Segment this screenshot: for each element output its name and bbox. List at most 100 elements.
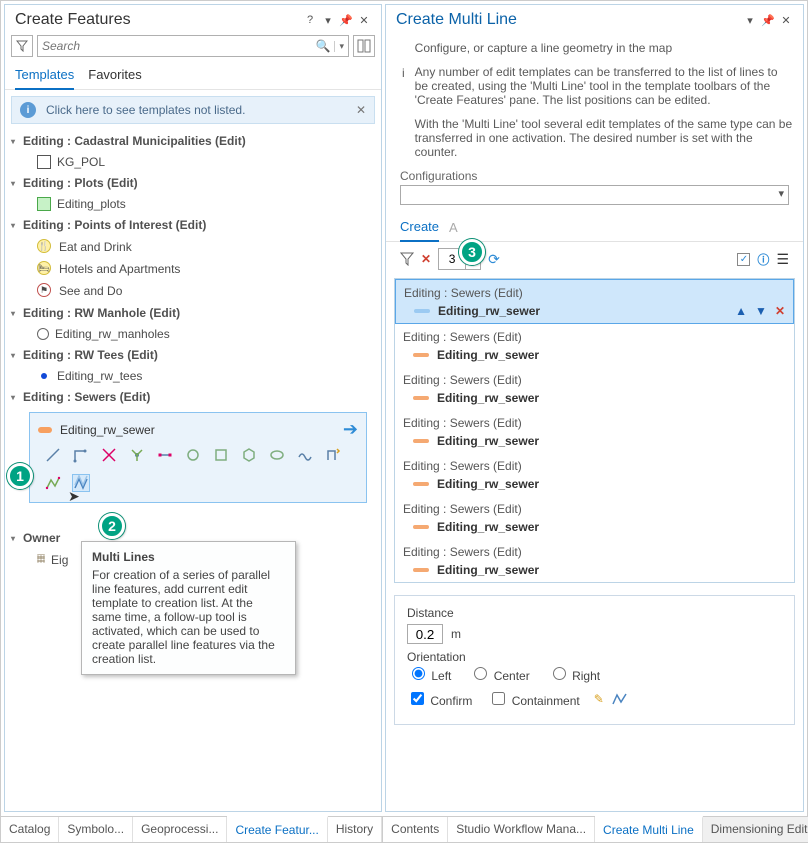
tab-templates[interactable]: Templates (15, 63, 74, 90)
template-tree: ▾Editing : Cadastral Municipalities (Edi… (5, 130, 381, 811)
group-header[interactable]: ▾Editing : Sewers (Edit) (9, 386, 377, 408)
orientation-right[interactable]: Right (548, 664, 600, 683)
stream-tool-icon[interactable] (44, 474, 62, 492)
callout-2: 2 (99, 513, 125, 539)
split-tool-icon[interactable] (100, 446, 118, 464)
ellipse-tool-icon[interactable] (268, 446, 286, 464)
create-multi-line-panel: Create Multi Line ▾ 📌 ✕ i Configure, or … (385, 4, 804, 812)
move-down-icon[interactable]: ▼ (755, 304, 767, 318)
search-dropdown-icon[interactable]: ▾ (334, 41, 348, 52)
edit-geometry-icon[interactable]: ✎ (594, 692, 604, 706)
callout-3: 3 (459, 239, 485, 265)
refresh-icon[interactable]: ⟳ (488, 251, 500, 268)
search-input[interactable] (38, 36, 312, 56)
confirm-checkbox[interactable]: Confirm (407, 689, 472, 708)
polygon-swatch-icon (37, 197, 51, 211)
template-item[interactable]: ⚑See and Do (9, 280, 377, 302)
rectangle-tool-icon[interactable] (212, 446, 230, 464)
line-swatch-icon (413, 525, 429, 529)
group-header[interactable]: ▾Editing : RW Manhole (Edit) (9, 302, 377, 324)
dropdown-icon[interactable]: ▾ (319, 11, 337, 29)
filter-icon[interactable] (400, 252, 414, 266)
edit-list-item[interactable]: Editing : Sewers (Edit) Editing_rw_sewer (395, 367, 794, 410)
callout-1: 1 (7, 463, 33, 489)
poi-icon: ⚑ (37, 283, 53, 299)
info-toggle-icon[interactable]: ⓘ (757, 251, 769, 268)
bottom-tab[interactable]: History (328, 817, 382, 842)
template-item[interactable]: 🛏Hotels and Apartments (9, 258, 377, 280)
group-header[interactable]: ▾Editing : Points of Interest (Edit) (9, 214, 377, 236)
edit-list-item[interactable]: Editing : Sewers (Edit) Editing_rw_sewer (395, 539, 794, 582)
arrow-right-icon[interactable]: ➔ (343, 419, 358, 440)
notice-bar[interactable]: i Click here to see templates not listed… (11, 96, 375, 124)
line-swatch-icon (413, 482, 429, 486)
hexagon-tool-icon[interactable] (240, 446, 258, 464)
group-header[interactable]: ▾Editing : RW Tees (Edit) (9, 344, 377, 366)
bottom-tab[interactable]: Contents (383, 817, 448, 842)
panel-title: Create Features (15, 11, 131, 29)
edit-list-item[interactable]: Editing : Sewers (Edit) Editing_rw_sewer (395, 453, 794, 496)
group-header[interactable]: ▾Editing : Cadastral Municipalities (Edi… (9, 130, 377, 152)
close-icon[interactable]: ✕ (777, 11, 795, 29)
move-up-icon[interactable]: ▲ (735, 304, 747, 318)
search-box[interactable]: 🔍 ▾ (37, 35, 349, 57)
template-item[interactable]: KG_POL (9, 152, 377, 172)
create-features-panel: Create Features ? ▾ 📌 ✕ 🔍 ▾ Templates Fa… (4, 4, 382, 812)
radial-tool-icon[interactable] (128, 446, 146, 464)
edit-item-group: Editing : Sewers (Edit) (404, 284, 785, 302)
filter-button[interactable] (11, 35, 33, 57)
tab-partial[interactable]: A (449, 216, 458, 241)
template-label: Editing_rw_sewer (60, 423, 155, 437)
circle-tool-icon[interactable] (184, 446, 202, 464)
template-item[interactable]: 🍴Eat and Drink (9, 236, 377, 258)
info-text-1: Configure, or capture a line geometry in… (415, 41, 793, 55)
edit-list-item-selected[interactable]: Editing : Sewers (Edit) Editing_rw_sewer… (395, 279, 794, 324)
bottom-tab[interactable]: Studio Workflow Mana... (448, 817, 595, 842)
distance-label: Distance (407, 606, 782, 620)
pin-icon[interactable]: 📌 (759, 11, 777, 29)
help-icon[interactable]: ? (301, 11, 319, 29)
template-item[interactable]: Editing_rw_manholes (9, 324, 377, 344)
line-tool-icon[interactable] (44, 446, 62, 464)
clear-icon[interactable]: ✕ (421, 252, 431, 266)
active-template-card: Editing_rw_sewer ➔ (29, 412, 367, 503)
sketch-icon[interactable] (612, 692, 628, 706)
template-item[interactable]: Editing_rw_tees (9, 366, 377, 386)
two-point-tool-icon[interactable] (156, 446, 174, 464)
tab-create[interactable]: Create (400, 215, 439, 242)
bottom-tab[interactable]: Symbolo... (59, 817, 133, 842)
edit-list-item[interactable]: Editing : Sewers (Edit) Editing_rw_sewer (395, 410, 794, 453)
manage-templates-button[interactable] (353, 35, 375, 57)
close-icon[interactable]: ✕ (355, 11, 373, 29)
edit-list-item[interactable]: Editing : Sewers (Edit) Editing_rw_sewer (395, 496, 794, 539)
line-swatch-icon (413, 353, 429, 357)
notice-close-icon[interactable]: ✕ (356, 103, 366, 117)
pin-icon[interactable]: 📌 (337, 11, 355, 29)
bottom-tab[interactable]: Catalog (1, 817, 59, 842)
cursor-icon: ➤ (68, 488, 80, 505)
edit-list-item[interactable]: Editing : Sewers (Edit) Editing_rw_sewer (395, 324, 794, 367)
bottom-tab[interactable]: Dimensioning Edit... (703, 817, 808, 842)
dropdown-icon[interactable]: ▾ (741, 11, 759, 29)
orientation-left[interactable]: Left (407, 664, 451, 683)
bottom-tab-active[interactable]: Create Featur... (227, 816, 327, 842)
containment-checkbox[interactable]: Containment (488, 689, 579, 708)
polygon-swatch-icon (37, 155, 51, 169)
group-header[interactable]: ▾Editing : Plots (Edit) (9, 172, 377, 194)
checkbox-all[interactable]: ✓ (737, 253, 750, 266)
configurations-select[interactable] (400, 185, 789, 205)
orientation-center[interactable]: Center (469, 664, 529, 683)
line-swatch-icon (414, 309, 430, 313)
bottom-tab[interactable]: Geoprocessi... (133, 817, 227, 842)
template-item[interactable]: Editing_plots (9, 194, 377, 214)
right-angle-tool-icon[interactable] (72, 446, 90, 464)
menu-icon[interactable]: ☰ (776, 251, 789, 268)
freehand-tool-icon[interactable] (296, 446, 314, 464)
remove-icon[interactable]: ✕ (775, 304, 785, 318)
trace-tool-icon[interactable] (324, 446, 342, 464)
bottom-tab-active[interactable]: Create Multi Line (595, 816, 703, 842)
search-icon[interactable]: 🔍 (312, 39, 335, 53)
tabs-row: Templates Favorites (5, 63, 381, 90)
distance-input[interactable] (407, 624, 443, 644)
tab-favorites[interactable]: Favorites (88, 63, 141, 89)
